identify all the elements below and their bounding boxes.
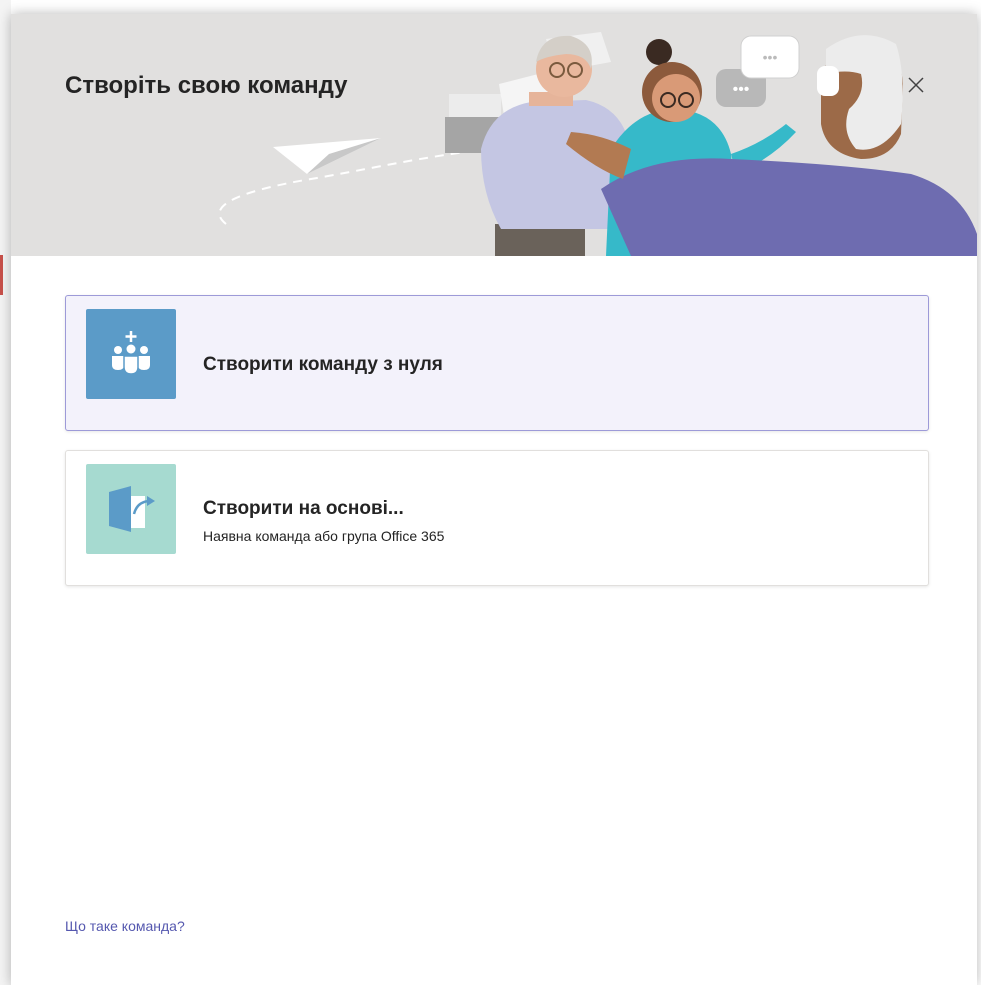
team-illustration: ••• ••• [218,32,977,256]
dialog-header: ••• ••• Створіть свою команду [11,14,977,256]
create-team-dialog: ••• ••• Створіть свою команду Створити к… [11,14,977,985]
close-icon [908,77,924,93]
option-title: Створити команду з нуля [203,354,443,375]
dialog-title: Створіть свою команду [65,72,348,99]
create-from-existing-icon [86,464,176,554]
team-add-icon [86,309,176,399]
create-from-existing-option[interactable]: Створити на основі... Наявна команда або… [65,450,929,586]
option-title: Створити на основі... [203,498,404,519]
option-subtitle: Наявна команда або група Office 365 [203,528,445,544]
what-is-a-team-link[interactable]: Що таке команда? [65,918,185,934]
svg-text:•••: ••• [733,81,750,98]
background-accent [0,255,3,295]
create-from-scratch-option[interactable]: Створити команду з нуля [65,295,929,431]
svg-text:•••: ••• [763,49,778,65]
close-button[interactable] [901,70,931,100]
background-window-edge [0,0,11,985]
